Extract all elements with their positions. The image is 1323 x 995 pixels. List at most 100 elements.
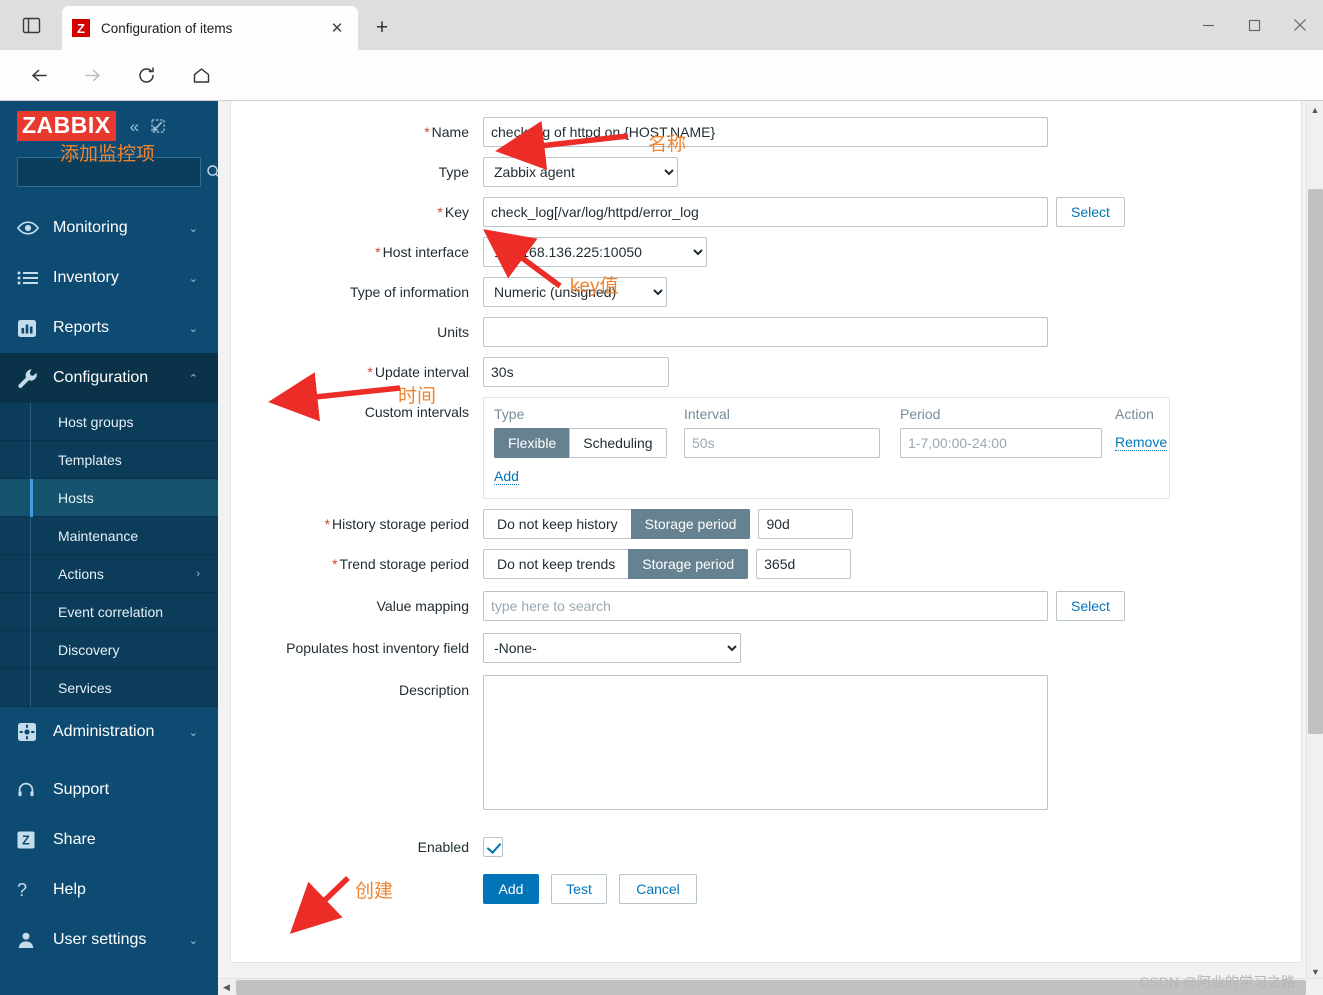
trend-storage-period-button[interactable]: Storage period: [628, 549, 749, 579]
browser-tab-title: Configuration of items: [101, 20, 233, 36]
back-icon[interactable]: [22, 58, 56, 92]
sidebar-label-hosts: Hosts: [58, 489, 94, 506]
scroll-left-arrow[interactable]: ◀: [218, 979, 235, 995]
required-marker: *: [367, 364, 373, 380]
headset-icon: [17, 781, 43, 799]
custom-interval-input[interactable]: [684, 428, 880, 458]
sidebar-item-inventory[interactable]: Inventory ⌄: [0, 253, 218, 303]
do-not-keep-history-button[interactable]: Do not keep history: [483, 509, 632, 539]
sidebar-label-maintenance: Maintenance: [58, 527, 139, 544]
svg-text:Z: Z: [22, 834, 30, 848]
custom-period-input[interactable]: [900, 428, 1102, 458]
label-type-of-information: Type of information: [231, 277, 483, 307]
name-input[interactable]: [483, 117, 1048, 147]
sidebar-item-administration[interactable]: Administration ⌄: [0, 707, 218, 757]
sidebar-item-host-groups[interactable]: Host groups: [0, 403, 218, 441]
label-type-text: Type: [438, 164, 469, 180]
forward-icon[interactable]: [75, 58, 109, 92]
cancel-button[interactable]: Cancel: [619, 874, 697, 904]
sidebar-item-actions[interactable]: Actions ›: [0, 555, 218, 593]
key-input[interactable]: [483, 197, 1048, 227]
remove-interval-link[interactable]: Remove: [1115, 434, 1168, 451]
label-enabled: Enabled: [231, 832, 483, 862]
scroll-up-arrow[interactable]: ▲: [1307, 101, 1323, 118]
field-row-type-of-information: Type of information Numeric (unsigned): [231, 277, 1303, 307]
sidebar-item-services[interactable]: Services: [0, 669, 218, 707]
units-input[interactable]: [483, 317, 1048, 347]
expand-view-icon[interactable]: [151, 119, 165, 133]
label-name: * Name: [231, 117, 483, 147]
zabbix-z-icon: Z: [17, 831, 43, 849]
browser-tab[interactable]: Z Configuration of items ✕: [62, 6, 358, 50]
sidebar-item-configuration[interactable]: Configuration ⌃: [0, 353, 218, 403]
chevron-down-icon: ⌄: [188, 322, 198, 335]
reload-icon[interactable]: [129, 58, 163, 92]
collapse-sidebar-icon[interactable]: «: [130, 118, 139, 135]
type-select[interactable]: Zabbix agent: [483, 157, 678, 187]
label-custom-intervals: Custom intervals: [231, 397, 483, 427]
label-custom-intervals-text: Custom intervals: [364, 404, 469, 420]
field-row-description: Description: [231, 675, 1303, 810]
interval-type-flexible-button[interactable]: Flexible: [494, 428, 571, 458]
chevron-down-icon: ⌄: [188, 726, 198, 739]
host-interface-select[interactable]: 192.168.136.225:10050: [483, 237, 707, 267]
vertical-scrollbar[interactable]: ▲ ▼: [1306, 101, 1323, 980]
sidebar-item-user-settings[interactable]: User settings ⌄: [0, 915, 218, 965]
sidebar-item-share[interactable]: Z Share: [0, 815, 218, 865]
horizontal-scroll-thumb[interactable]: [236, 980, 1306, 995]
value-mapping-input[interactable]: [483, 591, 1048, 621]
zabbix-logo[interactable]: ZABBIX: [17, 111, 116, 141]
sidebar-item-hosts[interactable]: Hosts: [0, 479, 218, 517]
enabled-checkbox[interactable]: [483, 837, 503, 857]
horizontal-scrollbar[interactable]: ◀: [218, 978, 1323, 995]
description-textarea[interactable]: [483, 675, 1048, 810]
ci-interval-cell: [684, 428, 900, 458]
sidebar-search[interactable]: [17, 157, 218, 187]
maximize-button[interactable]: [1231, 0, 1277, 50]
sidebar-item-maintenance[interactable]: Maintenance: [0, 517, 218, 555]
chevron-right-icon: ›: [196, 567, 200, 580]
field-row-key: *Key Select: [231, 197, 1303, 227]
interval-type-scheduling-button[interactable]: Scheduling: [569, 428, 667, 458]
label-trend-storage-period: * Trend storage period: [231, 549, 483, 579]
type-of-information-select[interactable]: Numeric (unsigned): [483, 277, 667, 307]
tab-actions-icon[interactable]: [14, 10, 48, 40]
gear-icon: [17, 722, 43, 742]
add-interval-link[interactable]: Add: [494, 468, 519, 485]
history-storage-period-input[interactable]: [758, 509, 854, 539]
sidebar-item-templates[interactable]: Templates: [0, 441, 218, 479]
sidebar-item-discovery[interactable]: Discovery: [0, 631, 218, 669]
add-button[interactable]: Add: [483, 874, 539, 904]
value-mapping-select-button[interactable]: Select: [1056, 591, 1125, 621]
sidebar-item-help[interactable]: ? Help: [0, 865, 218, 915]
trend-storage-period-input[interactable]: [756, 549, 852, 579]
history-storage-segmented: Do not keep history Storage period: [483, 509, 751, 539]
sidebar-item-support[interactable]: Support: [0, 765, 218, 815]
sidebar-item-reports[interactable]: Reports ⌄: [0, 303, 218, 353]
key-select-button[interactable]: Select: [1056, 197, 1125, 227]
ci-period-cell: [900, 428, 1115, 458]
history-storage-period-button[interactable]: Storage period: [630, 509, 751, 539]
close-tab-icon[interactable]: ✕: [326, 17, 348, 39]
home-icon[interactable]: [184, 58, 218, 92]
label-trend-storage-period-text: Trend storage period: [339, 556, 469, 572]
minimize-button[interactable]: [1185, 0, 1231, 50]
test-button[interactable]: Test: [551, 874, 607, 904]
update-interval-input[interactable]: [483, 357, 669, 387]
field-row-value-mapping: Value mapping Select: [231, 591, 1303, 621]
sidebar-label-event-correlation: Event correlation: [58, 603, 164, 620]
vertical-scroll-thumb[interactable]: [1308, 189, 1323, 734]
populates-host-inventory-field-select[interactable]: -None-: [483, 633, 741, 663]
close-window-button[interactable]: [1277, 0, 1323, 50]
do-not-keep-trends-button[interactable]: Do not keep trends: [483, 549, 630, 579]
sidebar-label-actions: Actions: [58, 565, 104, 582]
search-input[interactable]: [26, 163, 206, 181]
item-form: *Name Type Zabbix agent: [231, 117, 1303, 914]
field-row-history-storage-period: * History storage period Do not keep hist…: [231, 509, 1303, 539]
sidebar-item-monitoring[interactable]: Monitoring ⌄: [0, 203, 218, 253]
label-host-interface-text: Host interface: [382, 244, 469, 260]
label-description: Description: [231, 675, 483, 705]
label-history-storage-period: * History storage period: [231, 509, 483, 539]
new-tab-button[interactable]: +: [368, 14, 396, 42]
sidebar-item-event-correlation[interactable]: Event correlation: [0, 593, 218, 631]
